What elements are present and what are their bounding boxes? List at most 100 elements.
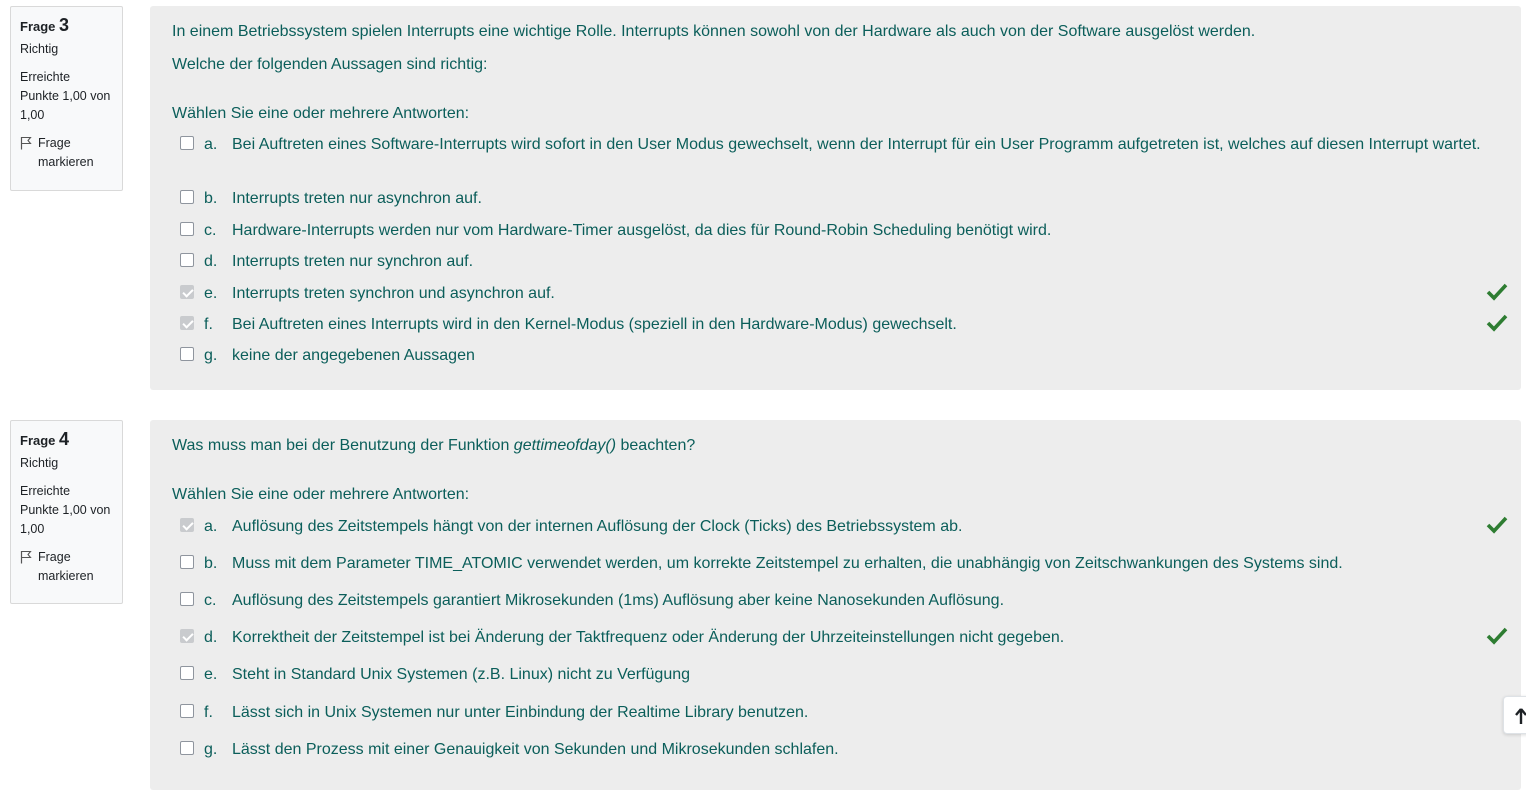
arrow-up-icon [1515,708,1526,724]
flag-label: markieren [38,155,94,169]
answer-letter: a. [204,136,218,153]
question-content: In einem Betriebssystem spielen Interrup… [150,6,1521,390]
question-number-value: 3 [59,15,70,35]
answer-text: Auflösung des Zeitstempels garantiert Mi… [232,592,1005,609]
answer-option: d. Korrektheit der Zeitstempel ist bei Än… [180,626,1508,650]
correct-check-icon [1486,283,1508,301]
answer-text: keine der angegebenen Aussagen [232,347,475,364]
question-text-part: Was muss man bei der Benutzung der Funkt… [172,437,514,454]
answer-text: Lässt sich in Unix Systemen nur unter Ei… [232,704,809,721]
question-label: Frage [20,433,56,448]
answer-option: f. Bei Auftreten eines Interrupts wird in… [180,313,1508,337]
answer-checkbox[interactable] [180,253,194,267]
answer-checkbox[interactable] [180,592,194,606]
flag-label: Frage [38,550,71,564]
scroll-to-top-button[interactable] [1503,696,1526,734]
function-name: gettimeofday() [513,437,617,454]
correct-check-icon [1486,516,1508,534]
answer-option: c. Auflösung des Zeitstempels garantiert … [180,589,1500,613]
answer-option: b. Interrupts treten nur asynchron auf. [180,187,1500,211]
answer-text: Interrupts treten nur synchron auf. [232,253,474,270]
answer-letter: b. [204,555,218,572]
question-info-panel: Frage 4 Richtig Erreichte Punkte 1,00 vo… [10,420,123,604]
question-number: Frage 4 [20,430,113,450]
answer-option: g. Lässt den Prozess mit einer Genauigkei… [180,738,1500,762]
answer-prompt: Wählen Sie eine oder mehrere Antworten: [172,105,470,122]
answer-checkbox[interactable] [180,316,194,330]
answer-option: a. Auflösung des Zeitstempels hängt von d… [180,515,1508,539]
answer-text: Korrektheit der Zeitstempel ist bei Ände… [232,629,1065,646]
answer-option: d. Interrupts treten nur synchron auf. [180,250,1500,274]
answer-checkbox[interactable] [180,285,194,299]
question-number-value: 4 [59,429,70,449]
correct-check-icon [1486,314,1508,332]
question-4: Frage 4 Richtig Erreichte Punkte 1,00 vo… [0,420,1526,790]
answer-option: e. Steht in Standard Unix Systemen (z.B. … [180,663,1500,687]
answer-option: e. Interrupts treten synchron und asynchr… [180,282,1508,306]
question-grade: Erreichte Punkte 1,00 von 1,00 [20,482,113,539]
answer-text: Interrupts treten nur asynchron auf. [232,190,482,207]
question-text: Was muss man bei der Benutzung der Funkt… [172,436,695,456]
grade-line: Punkte 1,00 von [20,503,111,517]
question-text-paragraph: Welche der folgenden Aussagen sind richt… [172,56,488,73]
answer-letter: g. [204,741,218,758]
question-text-part: beachten? [616,437,696,454]
answer-option: c. Hardware-Interrupts werden nur vom Har… [180,219,1500,243]
answer-letter: e. [204,285,218,302]
flag-icon [20,136,32,150]
answer-text: Muss mit dem Parameter TIME_ATOMIC verwe… [232,555,1343,572]
flag-question-link[interactable]: Frage markieren [20,134,113,172]
answer-checkbox[interactable] [180,741,194,755]
answer-letter: d. [204,629,218,646]
answer-letter: d. [204,253,218,270]
answer-letter: b. [204,190,218,207]
question-label: Frage [20,19,56,34]
grade-line: Erreichte [20,484,71,498]
flag-label: markieren [38,569,94,583]
grade-line: 1,00 [20,522,45,536]
answer-text: Interrupts treten synchron und asynchron… [232,285,555,302]
answer-text: Auflösung des Zeitstempels hängt von der… [232,518,963,535]
question-text-paragraph: In einem Betriebssystem spielen Interrup… [172,23,1256,40]
answer-prompt: Wählen Sie eine oder mehrere Antworten: [172,486,470,503]
grade-line: 1,00 [20,108,45,122]
flag-icon [20,550,32,564]
grade-line: Punkte 1,00 von [20,89,111,103]
question-state: Richtig [20,42,59,56]
question-content: Was muss man bei der Benutzung der Funkt… [150,420,1521,790]
answer-checkbox[interactable] [180,222,194,236]
question-3: Frage 3 Richtig Erreichte Punkte 1,00 vo… [0,6,1526,390]
answer-letter: f. [204,316,213,333]
flag-question-link[interactable]: Frage markieren [20,548,113,586]
question-grade: Erreichte Punkte 1,00 von 1,00 [20,68,113,125]
answer-option: b. Muss mit dem Parameter TIME_ATOMIC ver… [180,552,1500,576]
question-number: Frage 3 [20,16,113,36]
answer-letter: f. [204,704,213,721]
answer-checkbox[interactable] [180,518,194,532]
answer-option: f. Lässt sich in Unix Systemen nur unter … [180,701,1500,725]
answer-option: a. Bei Auftreten eines Software-Interrupt… [180,133,1500,157]
answer-checkbox[interactable] [180,190,194,204]
correct-check-icon [1486,627,1508,645]
answer-text: Steht in Standard Unix Systemen (z.B. Li… [232,666,691,683]
answer-text: Bei Auftreten eines Software-Interrupts … [232,136,1481,153]
answer-letter: c. [204,592,217,609]
answer-text: Bei Auftreten eines Interrupts wird in d… [232,316,957,333]
answer-checkbox[interactable] [180,704,194,718]
grade-line: Erreichte [20,70,71,84]
question-info-panel: Frage 3 Richtig Erreichte Punkte 1,00 vo… [10,6,123,191]
answer-letter: a. [204,518,218,535]
question-state: Richtig [20,456,59,470]
answer-text: Lässt den Prozess mit einer Genauigkeit … [232,741,839,758]
answer-checkbox[interactable] [180,666,194,680]
answer-text: Hardware-Interrupts werden nur vom Hardw… [232,222,1052,239]
answer-checkbox[interactable] [180,136,194,150]
question-text: In einem Betriebssystem spielen Interrup… [172,22,1255,75]
answer-letter: e. [204,666,218,683]
answer-checkbox[interactable] [180,347,194,361]
answer-checkbox[interactable] [180,629,194,643]
answer-checkbox[interactable] [180,555,194,569]
answer-letter: g. [204,347,218,364]
answer-option: g. keine der angegebenen Aussagen [180,344,1500,368]
flag-label: Frage [38,136,71,150]
